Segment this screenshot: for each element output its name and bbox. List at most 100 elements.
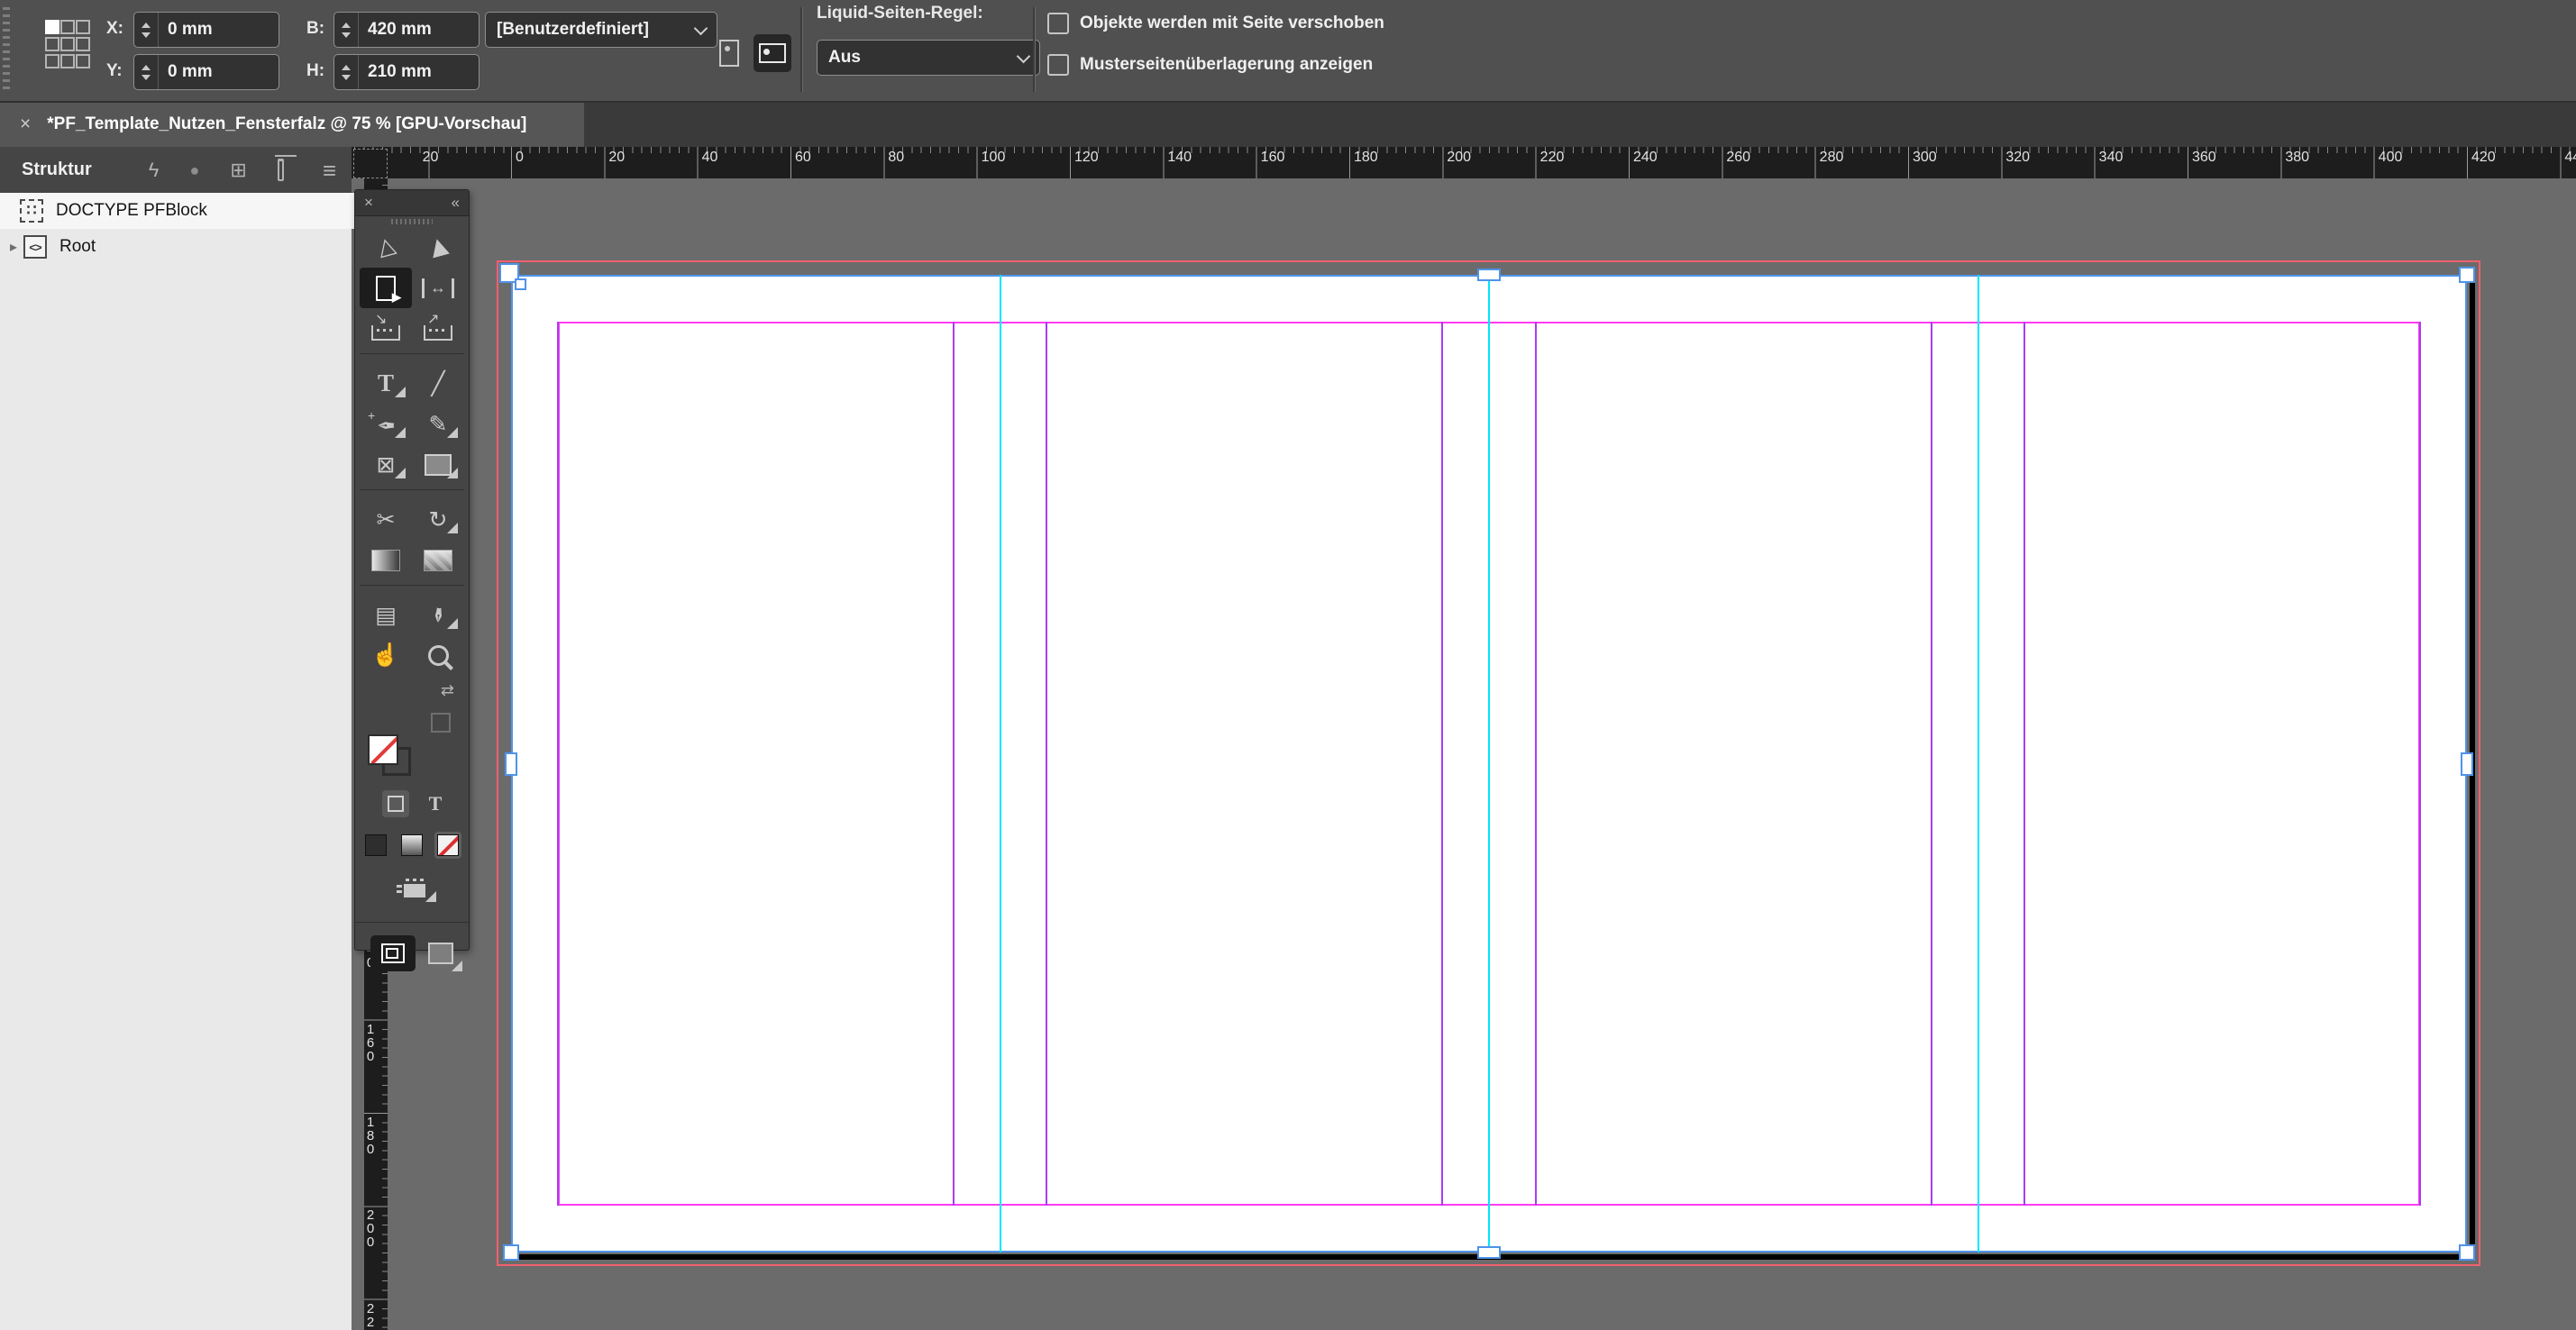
pasteboard[interactable]: 140160180200220	[352, 178, 2576, 1330]
height-stepper[interactable]	[334, 55, 359, 89]
h-ruler-label: 60	[795, 150, 811, 166]
swap-fill-stroke-icon[interactable]: ⇄	[441, 681, 454, 700]
tool-content-placer-tool[interactable]: ↗	[412, 308, 464, 349]
y-stepper[interactable]	[134, 55, 159, 89]
landscape-icon	[759, 43, 786, 63]
ruler-origin-corner[interactable]	[353, 149, 388, 178]
panel-grip[interactable]	[3, 7, 10, 92]
tool-content-collector-tool[interactable]: ↘	[360, 308, 412, 349]
type-tool-icon: T	[378, 369, 394, 397]
apply-color-button[interactable]	[362, 832, 389, 859]
x-field[interactable]: 0 mm	[133, 12, 279, 48]
move-objects-checkbox[interactable]	[1047, 13, 1069, 34]
tools-divider	[360, 353, 464, 363]
tree-item-doctype[interactable]: ∷ DOCTYPE PFBlock	[0, 193, 355, 229]
tool-pen-tool[interactable]: ✒+	[360, 404, 412, 444]
tool-selection-tool[interactable]: ▷	[360, 227, 412, 268]
tool-gradient-feather-tool[interactable]	[412, 540, 464, 580]
tools-panel: × « ▷▶▶↔↘↗ T ╱✒+✎ ⊠ ✂ ↻ ▤✒☝ ⇄ T	[354, 189, 470, 951]
h-ruler-label: 200	[1447, 150, 1471, 166]
tool-scissors-tool[interactable]: ✂	[360, 499, 412, 540]
fold-guide[interactable]	[1000, 275, 1001, 1253]
document-tab-title: *PF_Template_Nutzen_Fensterfalz @ 75 % […	[47, 114, 526, 134]
element-icon: <>	[23, 235, 47, 259]
tool-frame-tool[interactable]: ⊠	[360, 444, 412, 485]
master-overlay-checkbox[interactable]	[1047, 54, 1069, 76]
column-guide[interactable]	[1441, 322, 1443, 1207]
tool-type-tool[interactable]: T	[360, 363, 412, 404]
tool-free-transform-tool[interactable]: ↻	[412, 499, 464, 540]
screen-mode-normal-button[interactable]	[370, 935, 416, 971]
chevron-down-icon	[1017, 49, 1031, 63]
display-performance-icon[interactable]	[397, 879, 427, 898]
h-ruler-label: 180	[1354, 150, 1378, 166]
page-handle-mid-right[interactable]	[2461, 752, 2473, 776]
page-handle-bottom-center[interactable]	[1477, 1246, 1501, 1259]
delete-icon[interactable]	[278, 159, 284, 181]
tool-zoom-tool[interactable]	[412, 635, 464, 676]
column-guide[interactable]	[953, 322, 955, 1207]
column-guide[interactable]	[1931, 322, 1932, 1207]
tool-gap-tool[interactable]: ↔	[412, 268, 464, 308]
portrait-orientation-button[interactable]	[710, 34, 748, 72]
tool-line-tool[interactable]: ╱	[412, 363, 464, 404]
formatting-affects-container-button[interactable]	[382, 790, 409, 817]
panel-menu-icon[interactable]: ≡	[323, 159, 336, 182]
page-handle-bottom-right[interactable]	[2459, 1244, 2475, 1261]
v-ruler-label: 160	[364, 1023, 377, 1063]
height-field[interactable]: 210 mm	[333, 54, 480, 90]
tool-eyedropper-tool[interactable]: ✒	[412, 595, 464, 635]
expand-twisty-icon[interactable]: ▸	[4, 238, 23, 256]
fold-guide[interactable]	[1978, 275, 1979, 1253]
record-icon[interactable]: ●	[189, 162, 199, 178]
h-ruler-label: 240	[1633, 150, 1658, 166]
formatting-affects-text-button[interactable]: T	[429, 792, 443, 815]
column-guide[interactable]	[2023, 322, 2025, 1207]
h-ruler-label: 280	[1820, 150, 1844, 166]
page-handle-top-right[interactable]	[2459, 267, 2475, 283]
tool-rectangle-tool[interactable]	[412, 444, 464, 485]
reference-point-proxy[interactable]	[45, 20, 96, 77]
page-handle-bottom-left[interactable]	[503, 1244, 519, 1261]
y-field[interactable]: 0 mm	[133, 54, 279, 90]
collapse-panel-icon[interactable]: «	[452, 194, 460, 212]
column-guide[interactable]	[1046, 322, 1047, 1207]
tool-page-tool[interactable]: ▶	[360, 268, 412, 308]
tool-note-tool[interactable]: ▤	[360, 595, 412, 635]
liquid-page-rule-dropdown[interactable]: Aus	[817, 40, 1040, 76]
horizontal-ruler[interactable]: 2002040608010012014016018020022024026028…	[352, 147, 2576, 178]
tool-direct-selection-tool[interactable]: ▶	[412, 227, 464, 268]
column-guide[interactable]	[1535, 322, 1537, 1207]
fill-proxy-none[interactable]	[368, 734, 398, 765]
add-element-icon[interactable]: ⊞	[230, 160, 246, 180]
tool-hand-tool[interactable]: ☝	[360, 635, 412, 676]
panel-drag-grip[interactable]	[355, 216, 469, 227]
x-stepper[interactable]	[134, 13, 159, 47]
frame-tool-icon: ⊠	[377, 451, 396, 478]
tree-item-root[interactable]: ▸ <> Root	[0, 229, 352, 265]
h-ruler-label: 220	[1540, 150, 1565, 166]
v-ruler-label: 180	[364, 1116, 377, 1156]
column-guide[interactable]	[2419, 322, 2421, 1207]
h-ruler-label: 260	[1726, 150, 1750, 166]
fold-guide[interactable]	[1488, 275, 1490, 1253]
close-tab-icon[interactable]: ×	[20, 114, 31, 133]
free-transform-tool-icon: ↻	[429, 506, 448, 533]
page-handle-top-left-step[interactable]	[515, 278, 526, 290]
page-handle-mid-left[interactable]	[505, 752, 517, 776]
document-tab[interactable]: × *PF_Template_Nutzen_Fensterfalz @ 75 %…	[0, 101, 584, 147]
page-handle-top-center[interactable]	[1477, 269, 1501, 281]
apply-gradient-button[interactable]	[398, 832, 425, 859]
apply-none-button[interactable]	[434, 832, 461, 859]
tool-pencil-tool[interactable]: ✎	[412, 404, 464, 444]
screen-mode-preview-button[interactable]	[428, 943, 453, 964]
landscape-orientation-button[interactable]	[754, 34, 791, 72]
close-panel-icon[interactable]: ×	[364, 194, 373, 212]
page-size-preset-dropdown[interactable]: [Benutzerdefiniert]	[485, 12, 717, 48]
width-field[interactable]: 420 mm	[333, 12, 480, 48]
refresh-structure-icon[interactable]: ϟ	[149, 160, 160, 180]
tool-gradient-swatch-tool[interactable]	[360, 540, 412, 580]
width-stepper[interactable]	[334, 13, 359, 47]
stroke-proxy-small[interactable]	[431, 713, 451, 733]
column-guide[interactable]	[557, 322, 559, 1207]
